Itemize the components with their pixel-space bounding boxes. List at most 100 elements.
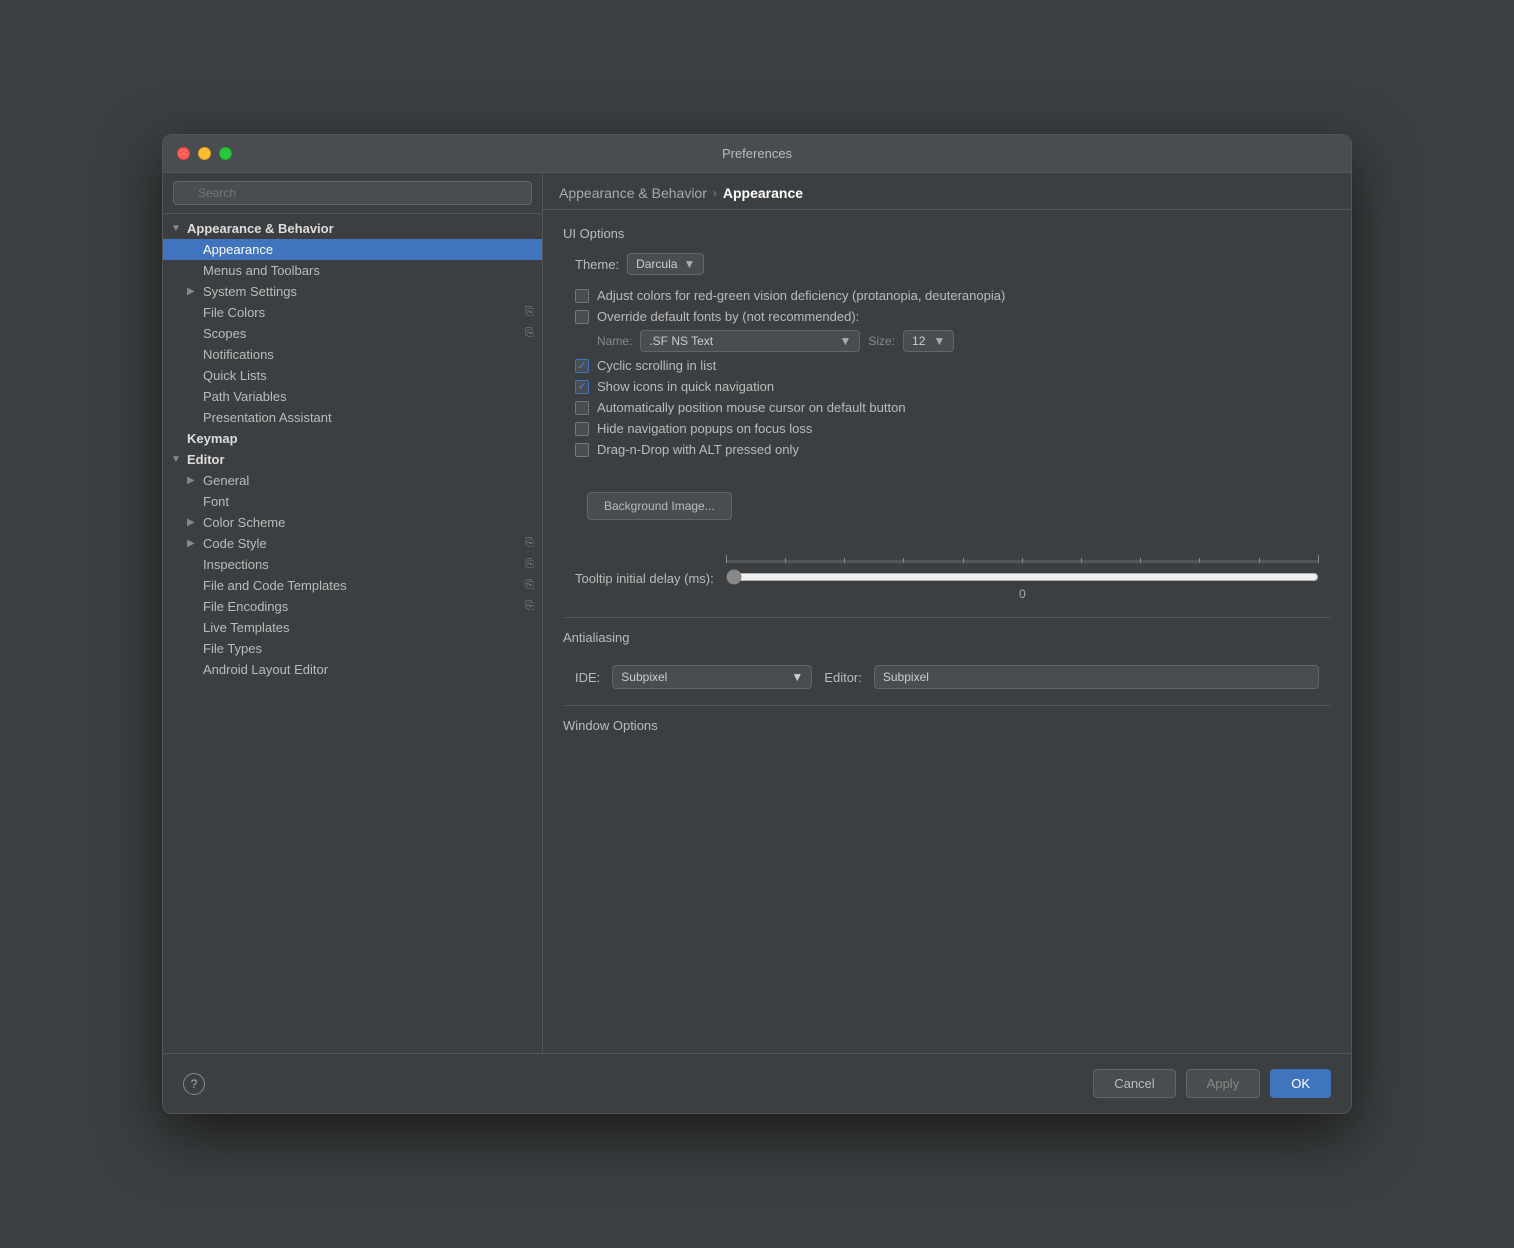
bg-image-row: Background Image... (563, 480, 1331, 532)
slider-tick (1259, 558, 1260, 563)
section-antialiasing: Antialiasing (563, 630, 1331, 645)
tooltip-slider[interactable] (726, 569, 1319, 585)
sidebar-item-live-templates[interactable]: Live Templates (163, 617, 542, 638)
slider-tick (963, 558, 964, 563)
sidebar-item-editor[interactable]: ▼ Editor (163, 449, 542, 470)
sidebar-item-file-types[interactable]: File Types (163, 638, 542, 659)
checkbox-cyclic-scrolling[interactable]: ✓ (575, 359, 589, 373)
help-button[interactable]: ? (183, 1073, 205, 1095)
editor-antialiasing-value: Subpixel (883, 670, 929, 684)
chevron-down-icon: ▼ (933, 334, 945, 348)
sidebar-item-file-colors[interactable]: File Colors ⎘ (163, 302, 542, 323)
sidebar-item-appearance[interactable]: Appearance (163, 239, 542, 260)
spacer (187, 370, 203, 381)
sidebar-item-label: File and Code Templates (203, 578, 347, 593)
sidebar-item-keymap[interactable]: Keymap (163, 428, 542, 449)
slider-tick (844, 558, 845, 563)
chevron-down-icon: ▼ (839, 334, 851, 348)
background-image-button[interactable]: Background Image... (587, 492, 732, 520)
theme-select[interactable]: Darcula ▼ (627, 253, 704, 275)
slider-tick (785, 558, 786, 563)
divider-2 (563, 705, 1331, 706)
font-name-value: .SF NS Text (649, 334, 713, 348)
editor-antialiasing-select[interactable]: Subpixel (874, 665, 1319, 689)
ok-button[interactable]: OK (1270, 1069, 1331, 1098)
sidebar-item-appearance-behavior[interactable]: ▼ Appearance & Behavior (163, 218, 542, 239)
spacer (187, 622, 203, 633)
sidebar-item-label: System Settings (203, 284, 297, 299)
sidebar-item-label: Android Layout Editor (203, 662, 328, 677)
spacer (187, 580, 203, 591)
bottom-bar: ? Cancel Apply OK (163, 1053, 1351, 1113)
font-name-select[interactable]: .SF NS Text ▼ (640, 330, 860, 352)
checkbox-hide-nav[interactable] (575, 422, 589, 436)
breadcrumb: Appearance & Behavior › Appearance (543, 173, 1351, 210)
sidebar-item-font[interactable]: Font (163, 491, 542, 512)
spacer (187, 328, 203, 339)
sidebar-item-label: Live Templates (203, 620, 289, 635)
checkbox-red-green[interactable] (575, 289, 589, 303)
sidebar-item-file-encodings[interactable]: File Encodings ⎘ (163, 596, 542, 617)
sidebar-item-color-scheme[interactable]: ▶ Color Scheme (163, 512, 542, 533)
slider-tick (1022, 558, 1023, 563)
sidebar-item-notifications[interactable]: Notifications (163, 344, 542, 365)
spacer (187, 265, 203, 276)
font-size-value: 12 (912, 334, 925, 348)
copy-icon: ⎘ (525, 558, 534, 571)
sidebar-item-label: Notifications (203, 347, 274, 362)
breadcrumb-separator: › (713, 186, 717, 200)
spacer (171, 433, 187, 444)
sidebar-item-code-style[interactable]: ▶ Code Style ⎘ (163, 533, 542, 554)
font-size-select[interactable]: 12 ▼ (903, 330, 954, 352)
sidebar-item-presentation-assistant[interactable]: Presentation Assistant (163, 407, 542, 428)
checkmark-icon: ✓ (577, 359, 586, 372)
sidebar-item-file-code-templates[interactable]: File and Code Templates ⎘ (163, 575, 542, 596)
ide-antialiasing-value: Subpixel (621, 670, 667, 684)
sidebar-item-scopes[interactable]: Scopes ⎘ (163, 323, 542, 344)
checkbox-show-icons[interactable]: ✓ (575, 380, 589, 394)
checkbox-label-drag-drop: Drag-n-Drop with ALT pressed only (597, 442, 799, 457)
checkbox-override-fonts[interactable] (575, 310, 589, 324)
ide-label: IDE: (575, 670, 600, 685)
minimize-button[interactable] (198, 147, 211, 160)
sidebar-item-path-variables[interactable]: Path Variables (163, 386, 542, 407)
cancel-button[interactable]: Cancel (1093, 1069, 1175, 1098)
expand-arrow-icon: ▶ (187, 475, 203, 486)
checkbox-row-cyclic-scrolling: ✓ Cyclic scrolling in list (563, 355, 1331, 376)
checkbox-label-red-green: Adjust colors for red-green vision defic… (597, 288, 1005, 303)
checkbox-row-drag-drop: Drag-n-Drop with ALT pressed only (563, 439, 1331, 460)
checkbox-row-override-fonts: Override default fonts by (not recommend… (563, 306, 1331, 327)
checkbox-label-override-fonts: Override default fonts by (not recommend… (597, 309, 859, 324)
checkbox-auto-cursor[interactable] (575, 401, 589, 415)
search-wrapper: 🔍 (173, 181, 532, 205)
sidebar-item-general[interactable]: ▶ General (163, 470, 542, 491)
close-button[interactable] (177, 147, 190, 160)
theme-row: Theme: Darcula ▼ (563, 253, 1331, 275)
ui-options-group: Theme: Darcula ▼ Adjust colors for red-g… (563, 253, 1331, 460)
spacer (187, 307, 203, 318)
spacer (187, 601, 203, 612)
sidebar-item-system-settings[interactable]: ▶ System Settings (163, 281, 542, 302)
maximize-button[interactable] (219, 147, 232, 160)
search-input[interactable] (173, 181, 532, 205)
sidebar-item-label: File Encodings (203, 599, 288, 614)
sidebar-item-label: Editor (187, 452, 225, 467)
bottom-bar-left: ? (183, 1073, 205, 1095)
checkbox-row-show-icons: ✓ Show icons in quick navigation (563, 376, 1331, 397)
checkmark-icon: ✓ (577, 380, 586, 393)
sidebar-item-menus-toolbars[interactable]: Menus and Toolbars (163, 260, 542, 281)
checkbox-drag-drop[interactable] (575, 443, 589, 457)
chevron-down-icon: ▼ (791, 670, 803, 684)
antialiasing-row: IDE: Subpixel ▼ Editor: Subpixel (563, 657, 1331, 697)
sidebar-item-android-layout-editor[interactable]: Android Layout Editor (163, 659, 542, 680)
sidebar-item-quick-lists[interactable]: Quick Lists (163, 365, 542, 386)
expand-arrow-icon: ▶ (187, 286, 203, 297)
apply-button[interactable]: Apply (1186, 1069, 1261, 1098)
sidebar-item-label: File Colors (203, 305, 265, 320)
sidebar-item-label: File Types (203, 641, 262, 656)
ide-antialiasing-select[interactable]: Subpixel ▼ (612, 665, 812, 689)
spacer (187, 349, 203, 360)
sidebar-item-label: Keymap (187, 431, 238, 446)
content-area: UI Options Theme: Darcula ▼ Ad (543, 210, 1351, 1053)
sidebar-item-inspections[interactable]: Inspections ⎘ (163, 554, 542, 575)
